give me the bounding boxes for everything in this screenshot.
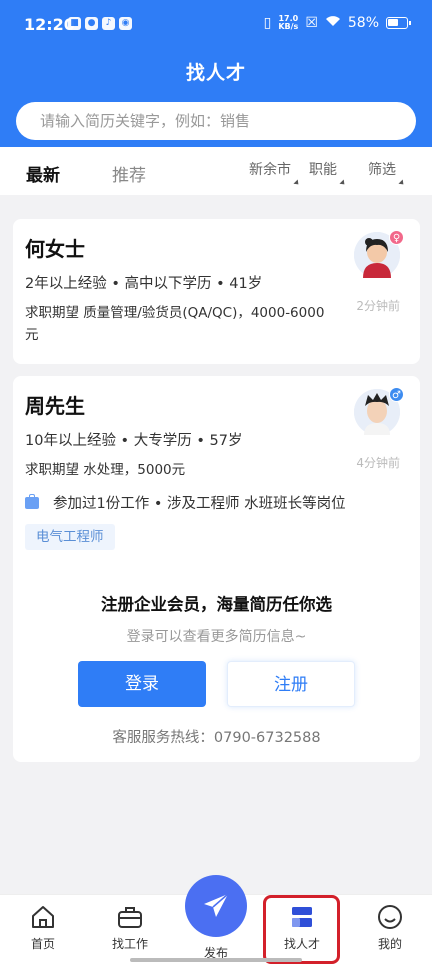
publish-button[interactable] — [185, 875, 247, 937]
service-hotline: 客服服务热线：0790-6732588 — [112, 730, 321, 746]
nav-home[interactable]: 首页 — [8, 903, 78, 952]
app-notification-icon: ● — [85, 17, 98, 30]
posted-time: 4分钟前 — [356, 456, 400, 470]
avatar: ♀ — [354, 230, 404, 278]
candidate-name: 周先生 — [25, 394, 85, 418]
avatar: ♂ — [354, 387, 404, 435]
nav-jobs-label: 找工作 — [111, 937, 148, 951]
nav-publish[interactable]: 发布 — [178, 875, 254, 961]
wifi-icon — [325, 15, 341, 31]
bottom-nav: 首页 找工作 发布 找人才 我的 — [0, 875, 432, 964]
weibo-icon: ◉ — [119, 17, 132, 30]
register-button[interactable]: 注册 — [227, 661, 355, 707]
dropdown-triangle-icon — [293, 179, 301, 187]
male-icon: ♂ — [389, 387, 404, 402]
battery-percent: 58% — [347, 15, 379, 31]
home-icon — [32, 906, 54, 928]
function-filter-label: 职能 — [309, 162, 337, 178]
sim-icon: ☒ — [305, 15, 318, 31]
status-indicators: ▯ 17.0 KB/s ☒ 58% — [263, 14, 411, 31]
nav-mine[interactable]: 我的 — [355, 903, 425, 952]
vibrate-icon: ▯ — [263, 15, 272, 31]
network-speed: 17.0 KB/s — [278, 14, 299, 31]
female-icon: ♀ — [389, 230, 404, 245]
dropdown-triangle-icon — [339, 179, 347, 187]
city-filter[interactable]: 新余市 — [249, 159, 301, 187]
sort-filter-label: 筛选 — [368, 162, 396, 178]
skill-tag: 电气工程师 — [25, 524, 115, 550]
function-filter[interactable]: 职能 — [309, 159, 347, 187]
nav-home-label: 首页 — [30, 937, 55, 951]
login-button[interactable]: 登录 — [78, 661, 206, 707]
page-title: 找人才 — [185, 62, 246, 84]
home-indicator[interactable] — [130, 958, 302, 962]
filter-bar: 最新 推荐 新余市 职能 筛选 — [0, 147, 432, 195]
paper-plane-icon — [204, 893, 229, 917]
candidate-expectation: 求职期望 质量管理/验货员(QA/QC)，4000-6000元 — [25, 305, 325, 343]
search-input[interactable]: 请输入简历关键字，例如：销售 — [16, 102, 416, 140]
smile-icon — [378, 905, 402, 929]
candidate-card[interactable]: 何女士 2年以上经验 • 高中以下学历 • 41岁 求职期望 质量管理/验货员(… — [13, 219, 420, 364]
nav-mine-label: 我的 — [377, 937, 402, 951]
app-notification-icon: ■ — [68, 17, 81, 30]
tab-recommend[interactable]: 推荐 — [112, 161, 146, 186]
tab-latest[interactable]: 最新 — [26, 161, 60, 186]
nav-jobs[interactable]: 找工作 — [95, 903, 165, 952]
work-summary: 参加过1份工作 • 涉及工程师 水班班长等岗位 — [25, 492, 346, 513]
candidate-name: 何女士 — [25, 237, 85, 261]
candidate-meta: 2年以上经验 • 高中以下学历 • 41岁 — [25, 276, 263, 292]
briefcase-icon — [25, 493, 39, 509]
posted-time: 2分钟前 — [356, 299, 400, 313]
status-bar: 12:20 ■ ● ♪ ◉ ▯ 17.0 KB/s ☒ 58% — [0, 0, 432, 50]
dropdown-triangle-icon — [398, 179, 406, 187]
candidate-card[interactable]: 周先生 10年以上经验 • 大专学历 • 57岁 求职期望 水处理，5000元 … — [13, 376, 420, 762]
candidate-expectation: 求职期望 水处理，5000元 — [25, 462, 186, 478]
briefcase-icon — [118, 907, 142, 928]
city-filter-label: 新余市 — [249, 162, 291, 178]
membership-title: 注册企业会员，海量简历任你选 — [101, 595, 332, 614]
header: 12:20 ■ ● ♪ ◉ ▯ 17.0 KB/s ☒ 58% 找人才 请输入简… — [0, 0, 432, 147]
screen: 12:20 ■ ● ♪ ◉ ▯ 17.0 KB/s ☒ 58% 找人才 请输入简… — [0, 0, 432, 964]
work-summary-text: 参加过1份工作 • 涉及工程师 水班班长等岗位 — [53, 496, 346, 512]
tiktok-icon: ♪ — [102, 17, 115, 30]
battery-icon — [386, 17, 411, 29]
membership-subtitle: 登录可以查看更多简历信息~ — [126, 629, 307, 645]
status-app-icons: ■ ● ♪ ◉ — [68, 17, 132, 30]
sort-filter[interactable]: 筛选 — [368, 159, 406, 187]
candidate-meta: 10年以上经验 • 大专学历 • 57岁 — [25, 433, 243, 449]
highlight-annotation — [263, 895, 340, 964]
